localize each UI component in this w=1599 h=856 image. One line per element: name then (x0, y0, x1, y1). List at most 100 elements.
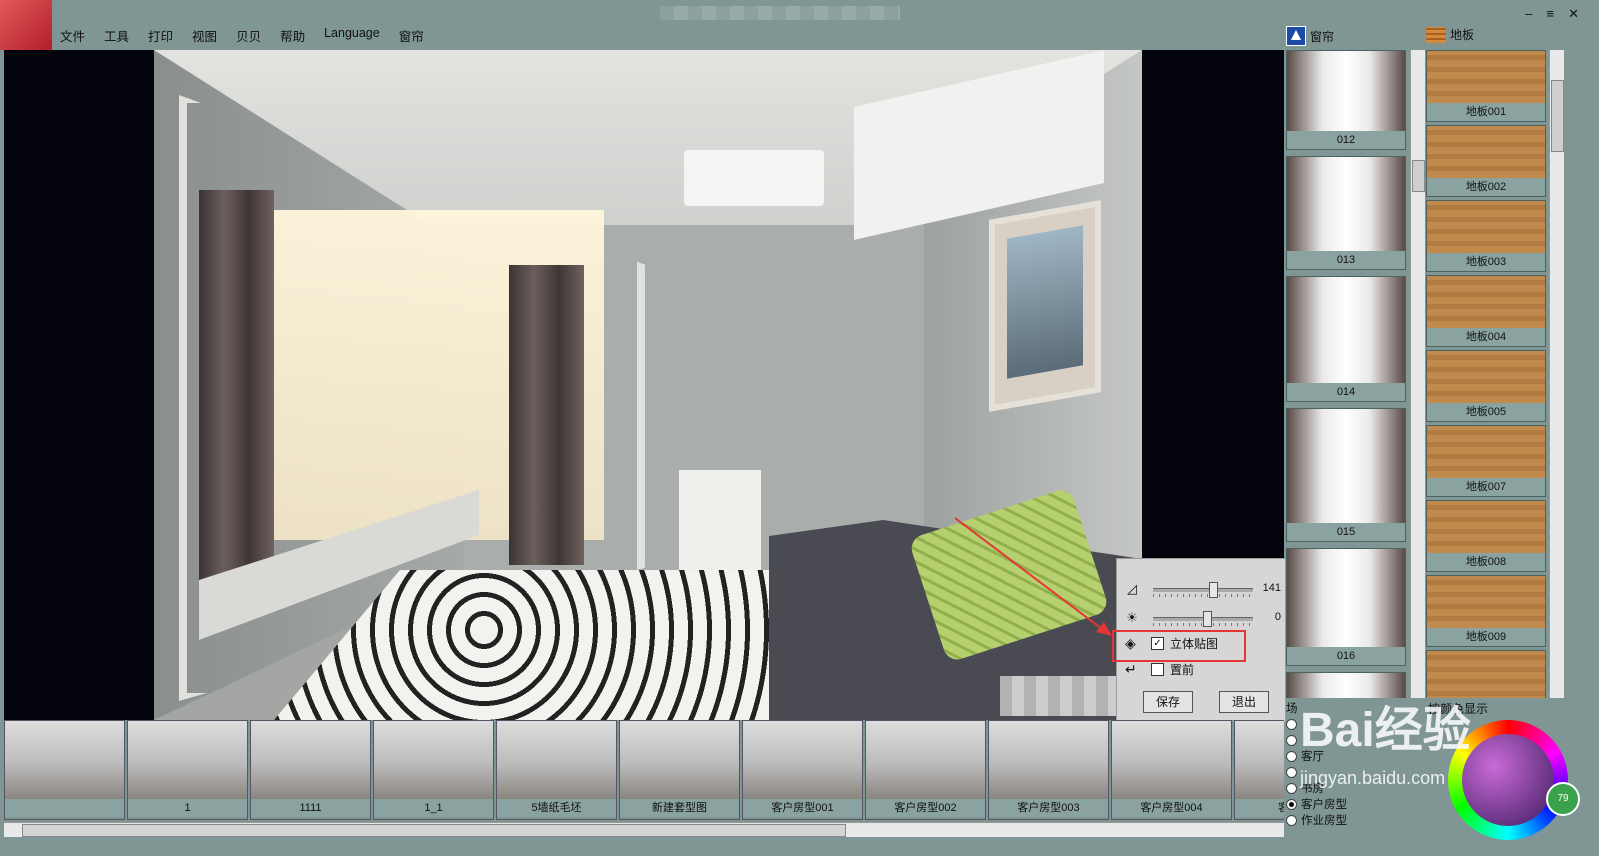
menu-bar: 文件 工具 打印 视图 贝贝 帮助 Language 窗帘 – ≡ ✕ 窗帘 地… (0, 0, 1599, 50)
room-thumbnail-image (1235, 721, 1284, 799)
room-thumbnail[interactable]: 客户房型001 (742, 720, 863, 820)
room-thumbnail-label: 客户房型003 (989, 799, 1108, 817)
room-thumbnail-image (497, 721, 616, 799)
watermark-text: Bai经验 (1300, 704, 1471, 757)
room-thumbnail[interactable]: 客户房型004 (1111, 720, 1232, 820)
floor-item[interactable]: 地板009 (1426, 575, 1546, 647)
curtain-item[interactable]: 013 (1286, 156, 1406, 270)
scene-radio[interactable] (1286, 782, 1297, 794)
floor-item[interactable]: 地板005 (1426, 350, 1546, 422)
floor-scroll-thumb[interactable] (1551, 80, 1564, 152)
curtain-thumbnail (1287, 409, 1405, 523)
menu-print[interactable]: 打印 (148, 26, 173, 45)
room-thumbnail-label: 1 (128, 799, 247, 817)
scene-radio[interactable] (1286, 766, 1297, 778)
floor-thumbnail (1427, 126, 1545, 178)
angle-value: 141 (1262, 582, 1281, 594)
curtain-library-scrollbar[interactable] (1410, 50, 1425, 698)
curtain-category-icon (1286, 26, 1306, 46)
render-viewport[interactable] (4, 50, 1284, 720)
brightness-value: 0 (1274, 611, 1281, 623)
curtain-thumbnail (1287, 549, 1405, 647)
scene-radio[interactable] (1286, 750, 1297, 762)
scene-option-label: 客户房型 (1301, 799, 1347, 811)
menu-icon[interactable]: ≡ (1547, 6, 1555, 22)
room-thumbnail[interactable]: 5墙纸毛坯 (496, 720, 617, 820)
room-thumbnail[interactable]: 1 (127, 720, 248, 820)
bring-front-checkbox[interactable] (1151, 662, 1164, 676)
scene-option[interactable]: 作业房型 (1286, 812, 1414, 828)
angle-slider-thumb[interactable] (1209, 582, 1218, 598)
floor-item[interactable]: 地板003 (1426, 200, 1546, 272)
floor-library-scrollbar[interactable] (1549, 50, 1564, 698)
menu-beibei[interactable]: 贝贝 (236, 26, 261, 45)
menu-file[interactable]: 文件 (60, 26, 85, 45)
floor-item-label: 地板008 (1465, 556, 1507, 568)
minimize-button[interactable]: – (1525, 6, 1532, 22)
floor-category-icon (1426, 26, 1446, 43)
color-count-badge: 79 (1546, 782, 1580, 816)
floor-item[interactable]: 地板008 (1426, 500, 1546, 572)
menu-language[interactable]: Language (324, 26, 380, 45)
room-thumbnail[interactable]: 1_1 (373, 720, 494, 820)
curtain-library-title: 窗帘 (1310, 29, 1335, 44)
floor-item-label: 地板001 (1465, 106, 1507, 118)
scene-radio[interactable] (1286, 718, 1297, 730)
scene-radio[interactable] (1286, 734, 1297, 746)
floor-thumbnail (1427, 576, 1545, 628)
scene-radio[interactable] (1286, 814, 1297, 826)
save-button[interactable]: 保存 (1143, 691, 1193, 713)
room-thumbnail[interactable]: 1111 (250, 720, 371, 820)
menu-tools[interactable]: 工具 (104, 26, 129, 45)
room-thumbnail[interactable] (4, 720, 125, 820)
brightness-slider-thumb[interactable] (1203, 611, 1212, 627)
room-thumbnail-image (128, 721, 247, 799)
angle-slider-track[interactable] (1153, 588, 1253, 592)
floor-item[interactable]: 地板002 (1426, 125, 1546, 197)
floor-thumbnail (1427, 351, 1545, 403)
menu-curtain[interactable]: 窗帘 (399, 26, 424, 45)
room-thumbnail-image (743, 721, 862, 799)
scene-radio[interactable] (1286, 798, 1297, 810)
curtain-item[interactable]: 016 (1286, 548, 1406, 666)
menu-view[interactable]: 视图 (192, 26, 217, 45)
floor-thumbnail (1427, 51, 1545, 103)
exit-button[interactable]: 退出 (1219, 691, 1269, 713)
mosaic-blur (1000, 676, 1116, 716)
floor-item[interactable]: 地板004 (1426, 275, 1546, 347)
floor-thumbnail (1427, 201, 1545, 253)
floor-library-header: 地板 (1426, 26, 1474, 43)
room-thumbnail[interactable]: 客户房型002 (865, 720, 986, 820)
curtain-item[interactable]: 015 (1286, 408, 1406, 542)
curtain-left (199, 190, 274, 610)
floor-item-label: 地板004 (1465, 331, 1507, 343)
room-render-image[interactable] (154, 50, 1142, 720)
curtain-item-label: 012 (1336, 134, 1356, 146)
curtain-scroll-thumb[interactable] (1412, 160, 1425, 192)
brightness-icon: ☀ (1126, 610, 1138, 625)
room-strip-scroll-thumb[interactable] (22, 824, 846, 837)
room-strip-scrollbar[interactable] (4, 822, 1284, 837)
floor-item[interactable]: 地板007 (1426, 425, 1546, 497)
curtain-library-list: 012 013 014 015 016 (1286, 50, 1406, 698)
window-title-blurred (660, 6, 900, 20)
menu-help[interactable]: 帮助 (280, 26, 305, 45)
room-thumbnail-image (5, 721, 124, 799)
curtain-thumbnail (1287, 157, 1405, 251)
curtain-item-label: 015 (1336, 526, 1356, 538)
room-thumbnail[interactable]: 客户房 (1234, 720, 1284, 820)
angle-icon: ◿ (1127, 581, 1137, 596)
close-button[interactable]: ✕ (1568, 6, 1579, 22)
scene-option[interactable]: 客户房型 (1286, 796, 1414, 812)
room-thumbnail-image (374, 721, 493, 799)
floor-thumbnail (1427, 501, 1545, 553)
curtain-item-label: 014 (1336, 386, 1356, 398)
wall-painting (989, 200, 1101, 412)
room-thumbnail[interactable]: 新建套型图 (619, 720, 740, 820)
curtain-item[interactable]: 012 (1286, 50, 1406, 150)
room-thumbnail[interactable]: 客户房型003 (988, 720, 1109, 820)
window-controls: – ≡ ✕ (1525, 6, 1579, 22)
curtain-item[interactable]: 014 (1286, 276, 1406, 402)
floor-item[interactable]: 地板001 (1426, 50, 1546, 122)
room-thumbnail-label: 1111 (251, 799, 370, 817)
